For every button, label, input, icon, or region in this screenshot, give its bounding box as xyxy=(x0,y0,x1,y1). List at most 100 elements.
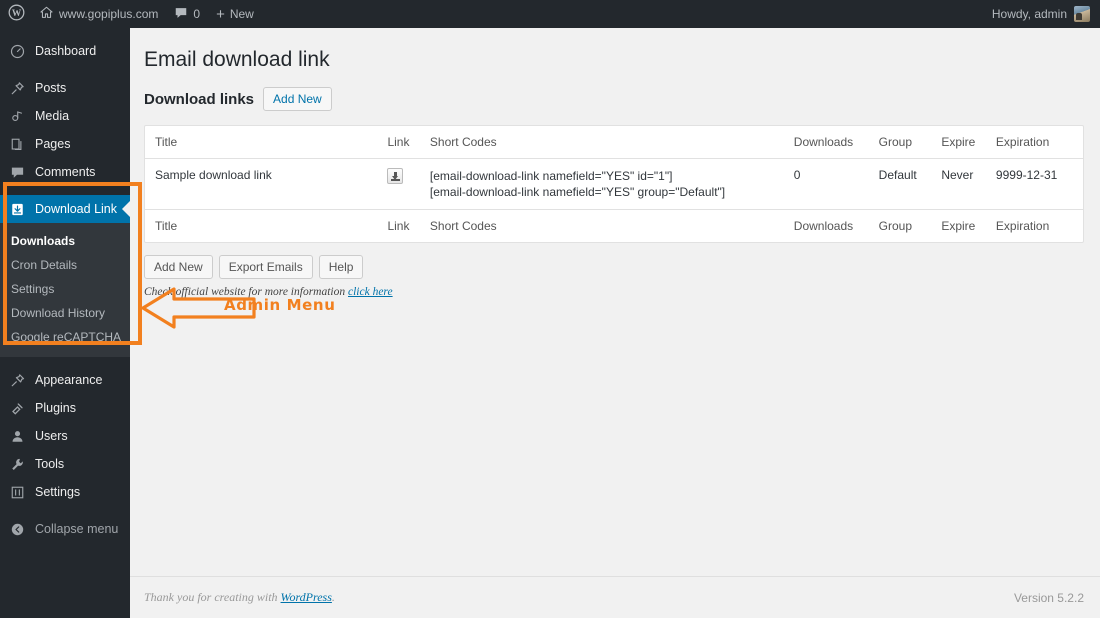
submenu-item-download-history[interactable]: Download History xyxy=(0,301,130,325)
sidebar-item-plugins[interactable]: Plugins xyxy=(0,394,130,422)
sidebar-gap-3 xyxy=(0,357,130,366)
sliders-icon xyxy=(9,484,26,501)
avatar xyxy=(1074,6,1090,22)
submenu-item-downloads[interactable]: Downloads xyxy=(0,229,130,253)
sidebar-item-label: Settings xyxy=(35,485,81,499)
cell-downloads: 0 xyxy=(793,168,801,183)
submenu-item-label: Download History xyxy=(11,306,106,320)
footer-thanks-suffix: . xyxy=(331,590,335,604)
sidebar-item-tools[interactable]: Tools xyxy=(0,450,130,478)
footer-header-title[interactable]: Title xyxy=(145,209,378,243)
cell-link xyxy=(377,159,419,210)
comment-count: 0 xyxy=(193,7,201,21)
sidebar-item-dashboard[interactable]: Dashboard xyxy=(0,37,130,65)
column-header-link[interactable]: Link xyxy=(377,126,420,160)
comment-bubble-icon xyxy=(9,164,26,181)
wrench-icon xyxy=(9,456,26,473)
download-links-table: Title Link Short Codes Downloads Group E… xyxy=(145,126,1083,243)
subheading-row: Download links Add New xyxy=(130,73,1100,112)
cell-group: Default xyxy=(878,168,917,183)
pin-icon xyxy=(9,80,26,97)
submenu-item-google-recaptcha[interactable]: Google reCAPTCHA xyxy=(0,325,130,349)
help-button[interactable]: Help xyxy=(318,255,364,280)
column-header-expire[interactable]: Expire xyxy=(931,126,986,160)
click-here-link[interactable]: click here xyxy=(348,286,393,298)
download-links-heading: Download links xyxy=(144,90,255,108)
cell-title: Sample download link xyxy=(155,168,272,183)
add-new-button[interactable]: Add New xyxy=(144,255,213,280)
sidebar-item-media[interactable]: Media xyxy=(0,102,130,130)
dashboard-gauge-icon xyxy=(9,43,26,60)
sidebar-item-label: Plugins xyxy=(35,401,76,415)
sidebar-item-label: Posts xyxy=(35,81,67,95)
site-name-link[interactable]: www.gopiplus.com xyxy=(31,0,166,28)
admin-bar: W www.gopiplus.com 0 + New Howdy, admin xyxy=(0,0,1100,28)
submenu-item-label: Downloads xyxy=(11,234,76,248)
submenu-item-label: Google reCAPTCHA xyxy=(11,330,122,344)
sidebar-item-comments[interactable]: Comments xyxy=(0,158,130,186)
sidebar-item-posts[interactable]: Posts xyxy=(0,74,130,102)
column-header-title[interactable]: Title xyxy=(145,126,378,160)
plug-icon xyxy=(9,400,26,417)
column-header-downloads[interactable]: Downloads xyxy=(783,126,869,160)
user-icon xyxy=(9,428,26,445)
sidebar-item-label: Dashboard xyxy=(35,44,97,58)
sidebar-item-label: Pages xyxy=(35,137,71,151)
howdy-label: Howdy, admin xyxy=(991,7,1067,21)
sidebar-top-gap xyxy=(0,28,130,37)
pages-icon xyxy=(9,136,26,153)
sidebar-gap-1 xyxy=(0,65,130,74)
comment-bubble-icon xyxy=(174,6,188,23)
submenu-item-cron-details[interactable]: Cron Details xyxy=(0,253,130,277)
cell-expire: Never xyxy=(941,168,974,183)
table-body: Sample download link [email-download-lin… xyxy=(145,159,1083,210)
sidebar-gap-4 xyxy=(0,506,130,515)
column-header-expiration[interactable]: Expiration xyxy=(985,126,1083,160)
wordpress-logo-icon: W xyxy=(8,4,25,24)
submenu-item-settings[interactable]: Settings xyxy=(0,277,130,301)
home-icon xyxy=(39,5,54,23)
footer-header-group[interactable]: Group xyxy=(868,209,932,243)
submenu-item-label: Settings xyxy=(11,282,55,296)
footer-header-downloads[interactable]: Downloads xyxy=(783,209,869,243)
footer-header-short-codes[interactable]: Short Codes xyxy=(419,209,784,243)
main-content: Email download link Download links Add N… xyxy=(130,28,1100,618)
sidebar-item-users[interactable]: Users xyxy=(0,422,130,450)
column-header-group[interactable]: Group xyxy=(868,126,932,160)
column-header-short-codes[interactable]: Short Codes xyxy=(419,126,784,160)
sidebar-item-appearance[interactable]: Appearance xyxy=(0,366,130,394)
account-menu[interactable]: Howdy, admin xyxy=(992,6,1100,22)
comments-link[interactable]: 0 xyxy=(166,0,208,28)
sidebar-item-settings[interactable]: Settings xyxy=(0,478,130,506)
footer-header-link[interactable]: Link xyxy=(377,209,420,243)
footer-thanks: Thank you for creating with WordPress. xyxy=(144,590,335,605)
footer-header-expire[interactable]: Expire xyxy=(931,209,986,243)
sidebar-item-download-link[interactable]: Download Link xyxy=(0,195,130,223)
submenu-item-label: Cron Details xyxy=(11,258,78,272)
svg-text:W: W xyxy=(12,9,22,19)
wordpress-admin-screen: W www.gopiplus.com 0 + New Howdy, admin xyxy=(0,0,1100,618)
download-links-table-wrapper: Title Link Short Codes Downloads Group E… xyxy=(144,125,1084,244)
sidebar-item-label: Appearance xyxy=(35,373,103,387)
footer-header-expiration[interactable]: Expiration xyxy=(985,209,1083,243)
wordpress-link[interactable]: WordPress xyxy=(281,590,332,604)
collapse-arrow-icon xyxy=(9,521,26,538)
collapse-menu-button[interactable]: Collapse menu xyxy=(0,515,130,543)
brush-icon xyxy=(9,372,26,389)
export-emails-button[interactable]: Export Emails xyxy=(218,255,313,280)
cell-expiration: 9999-12-31 xyxy=(995,168,1058,183)
new-content-button[interactable]: + New xyxy=(208,0,262,28)
add-new-top-button[interactable]: Add New xyxy=(263,87,332,112)
table-footer-row: Title Link Short Codes Downloads Group E… xyxy=(145,209,1083,243)
sidebar-item-label: Download Link xyxy=(35,202,117,216)
download-button-icon[interactable] xyxy=(387,168,404,185)
new-label: New xyxy=(229,7,254,21)
sidebar-item-pages[interactable]: Pages xyxy=(0,130,130,158)
sidebar-item-label: Media xyxy=(35,109,70,123)
sidebar-gap-2 xyxy=(0,186,130,195)
shortcode-line: [email-download-link namefield="YES" gro… xyxy=(429,185,726,200)
collapse-menu-label: Collapse menu xyxy=(35,522,119,536)
plus-icon: + xyxy=(216,5,225,23)
wordpress-logo-button[interactable]: W xyxy=(0,0,31,28)
admin-footer: Thank you for creating with WordPress. V… xyxy=(130,576,1100,618)
